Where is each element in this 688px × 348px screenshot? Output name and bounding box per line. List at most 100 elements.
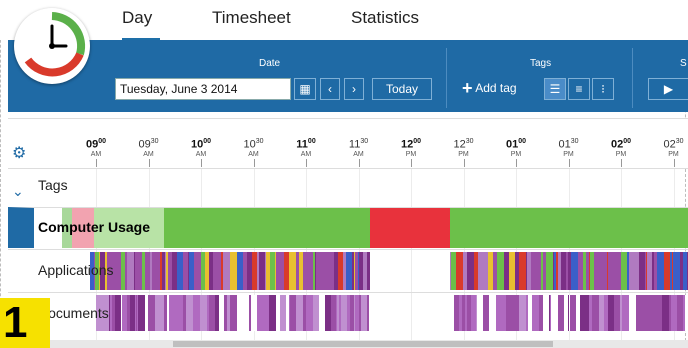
time-tick-mark (96, 159, 97, 167)
documents-strip (8, 295, 688, 331)
activity-segment (194, 252, 201, 290)
ribbon-toolbar: Date Tuesday, June 3 2014 ▦ ‹ › Today Ta… (8, 40, 688, 112)
activity-segment (629, 295, 636, 331)
time-tick-label: 0200 PM (610, 138, 632, 158)
time-tick-label: 0930 AM (138, 138, 159, 158)
applications-row[interactable]: Applications (8, 249, 688, 292)
time-tick-label: 1030 AM (243, 138, 264, 158)
scrollbar-thumb[interactable] (173, 341, 553, 347)
time-tick-label: 0130 PM (558, 138, 579, 158)
activity-segment (519, 295, 526, 331)
usage-active-segment (164, 208, 370, 248)
time-tick-mark (201, 159, 202, 167)
time-tick-mark (306, 159, 307, 167)
view-detailed-button[interactable]: ⁝ (592, 78, 614, 100)
ribbon-separator (632, 48, 633, 108)
activity-segment (662, 295, 669, 331)
tab-timesheet[interactable]: Timesheet (212, 8, 291, 28)
activity-segment (138, 295, 145, 331)
activity-segment (223, 252, 230, 290)
time-tick-mark (463, 159, 465, 167)
activity-segment (306, 295, 313, 331)
view-tabs: Day Timesheet Statistics (0, 0, 688, 41)
horizontal-scrollbar[interactable] (8, 340, 688, 348)
time-tick-label: 1200 PM (400, 138, 422, 158)
add-tag-label: Add tag (475, 81, 517, 95)
chevron-right-icon: › (352, 82, 356, 96)
next-day-button[interactable]: › (344, 78, 364, 100)
activity-segment (644, 295, 651, 331)
activity-segment (519, 252, 526, 290)
activity-segment (622, 295, 629, 331)
view-compact-button[interactable]: ≡ (568, 78, 590, 100)
activity-segment (186, 295, 193, 331)
time-tick-mark (673, 159, 675, 167)
activity-segment (169, 295, 176, 331)
activity-segment (546, 252, 553, 290)
activity-segment (176, 295, 183, 331)
tags-group-label: Tags (530, 58, 552, 69)
time-tick-label: 0100 PM (505, 138, 527, 158)
time-tick-label: 1000 AM (190, 138, 212, 158)
prev-day-button[interactable]: ‹ (320, 78, 340, 100)
app-logo (14, 8, 90, 84)
tab-day[interactable]: Day (122, 8, 152, 28)
activity-segment (127, 252, 134, 290)
time-tick-mark (148, 159, 150, 167)
step-badge: 1 (0, 298, 50, 348)
activity-segment (532, 295, 539, 331)
activity-segment (296, 295, 303, 331)
date-field[interactable]: Tuesday, June 3 2014 (115, 78, 291, 100)
activity-segment (367, 252, 370, 290)
activity-segment (551, 295, 558, 331)
activity-segment (135, 252, 142, 290)
activity-segment (512, 295, 519, 331)
activity-segment (276, 252, 283, 290)
usage-idle-segment (370, 208, 450, 248)
activity-segment (571, 252, 578, 290)
time-tick-mark (358, 159, 360, 167)
computer-usage-label: Computer Usage (38, 219, 151, 235)
today-button[interactable]: Today (372, 78, 432, 100)
view-list-button[interactable]: ☰ (544, 78, 566, 100)
gear-icon[interactable]: ⚙ (12, 143, 26, 163)
activity-segment (592, 295, 599, 331)
activity-segment (582, 295, 589, 331)
tab-statistics[interactable]: Statistics (351, 8, 419, 28)
usage-active-segment (450, 208, 688, 248)
clock-logo-icon (24, 12, 86, 77)
activity-segment (257, 295, 264, 331)
activity-segment (657, 252, 664, 290)
next-group-label: S (680, 58, 687, 69)
tags-row: ⌄ Tags (8, 168, 688, 207)
list-detailed-icon: ⁝ (601, 82, 605, 96)
step-number: 1 (3, 298, 28, 347)
play-button[interactable]: ▶ (648, 78, 688, 100)
time-tick-label: 1130 AM (348, 138, 369, 158)
time-tick-mark (621, 159, 622, 167)
calendar-icon: ▦ (299, 82, 311, 96)
play-icon: ▶ (663, 82, 674, 96)
add-tag-button[interactable]: + Add tag (462, 78, 540, 100)
timeline-ruler: ⚙ 0900 AM 0930 AM 1000 AM 1030 AM 1100 AM 1130 AM 12… (8, 118, 688, 169)
time-tick-mark (516, 159, 517, 167)
activity-segment (148, 295, 155, 331)
tags-row-label: Tags (38, 177, 68, 193)
time-tick-mark (253, 159, 255, 167)
activity-segment (230, 295, 237, 331)
activity-segment (467, 252, 474, 290)
date-group-label: Date (259, 58, 281, 69)
chevron-down-icon[interactable]: ⌄ (12, 183, 24, 200)
activity-segment (594, 252, 601, 290)
computer-usage-row[interactable]: Computer Usage (8, 207, 688, 248)
activity-segment (230, 252, 237, 290)
activity-segment (497, 252, 504, 290)
activity-segment (456, 252, 463, 290)
time-tick-label: 0230 PM (663, 138, 684, 158)
time-tick-mark (568, 159, 570, 167)
documents-row[interactable]: Documents (8, 292, 688, 335)
ribbon-separator (446, 48, 447, 108)
calendar-button[interactable]: ▦ (294, 78, 316, 100)
activity-segment (369, 295, 370, 331)
plus-icon: + (462, 78, 473, 98)
